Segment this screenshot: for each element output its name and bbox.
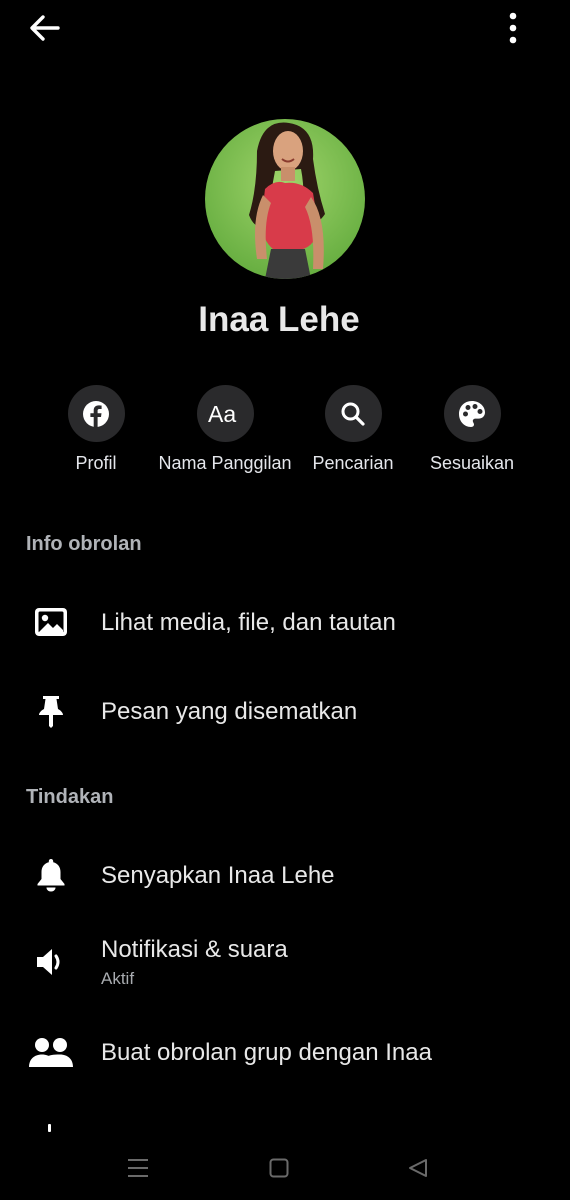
text-aa-icon: Aa xyxy=(208,402,236,426)
system-back-button[interactable] xyxy=(398,1150,438,1186)
recent-apps-button[interactable] xyxy=(118,1150,158,1186)
home-square-icon xyxy=(269,1158,289,1178)
bell-icon xyxy=(37,859,65,892)
avatar-photo xyxy=(205,119,365,279)
profile-action[interactable]: Profil xyxy=(21,385,171,474)
arrow-left-icon xyxy=(30,15,60,41)
create-group-label: Buat obrolan grup dengan Inaa xyxy=(101,1039,432,1066)
section-title-chat-info: Info obrolan xyxy=(26,533,142,555)
pin-icon xyxy=(39,696,63,728)
home-button[interactable] xyxy=(259,1150,299,1186)
bell-icon-wrap xyxy=(32,856,70,894)
search-action-label: Pencarian xyxy=(312,453,394,473)
customize-action[interactable]: Sesuaikan xyxy=(397,385,547,474)
speaker-icon xyxy=(37,949,60,975)
svg-text:Aa: Aa xyxy=(208,402,236,426)
create-group-row[interactable]: Buat obrolan grup dengan Inaa xyxy=(0,1012,570,1092)
search-action-circle xyxy=(324,385,382,442)
more-options-button[interactable] xyxy=(496,8,530,48)
back-triangle-icon xyxy=(409,1159,427,1177)
back-button[interactable] xyxy=(26,10,62,46)
palette-icon xyxy=(459,400,485,427)
notifications-status: Aktif xyxy=(101,969,135,988)
facebook-icon xyxy=(83,400,109,427)
image-icon xyxy=(35,608,67,636)
speaker-icon-wrap xyxy=(32,943,70,981)
profile-action-circle xyxy=(67,385,125,442)
next-row-icon-hint xyxy=(48,1124,51,1132)
customize-action-label: Sesuaikan xyxy=(429,453,515,473)
top-bar xyxy=(0,0,570,56)
notifications-row[interactable]: Notifikasi & suara Aktif xyxy=(0,922,570,1002)
group-icon-wrap xyxy=(28,1033,74,1071)
group-icon xyxy=(29,1038,73,1067)
customize-action-circle xyxy=(443,385,501,442)
profile-action-label: Profil xyxy=(75,453,117,473)
pinned-messages-label: Pesan yang disematkan xyxy=(101,698,358,725)
section-title-actions: Tindakan xyxy=(26,786,114,808)
notifications-label: Notifikasi & suara xyxy=(101,936,288,963)
pin-icon-wrap xyxy=(32,692,70,730)
search-icon xyxy=(341,402,365,426)
mute-label: Senyapkan Inaa Lehe xyxy=(101,862,335,889)
image-icon-wrap xyxy=(32,603,70,641)
profile-avatar[interactable] xyxy=(205,119,365,279)
more-vertical-icon xyxy=(509,12,517,44)
view-media-label: Lihat media, file, dan tautan xyxy=(101,609,396,636)
nickname-action-label: Nama Panggilan xyxy=(158,453,292,473)
mute-row[interactable]: Senyapkan Inaa Lehe xyxy=(0,835,570,915)
view-media-row[interactable]: Lihat media, file, dan tautan xyxy=(0,582,570,662)
profile-name: Inaa Lehe xyxy=(198,300,360,339)
pinned-messages-row[interactable]: Pesan yang disematkan xyxy=(0,671,570,751)
system-nav-bar xyxy=(0,1136,570,1200)
menu-icon xyxy=(128,1159,148,1177)
nickname-action-circle: Aa xyxy=(196,385,254,442)
